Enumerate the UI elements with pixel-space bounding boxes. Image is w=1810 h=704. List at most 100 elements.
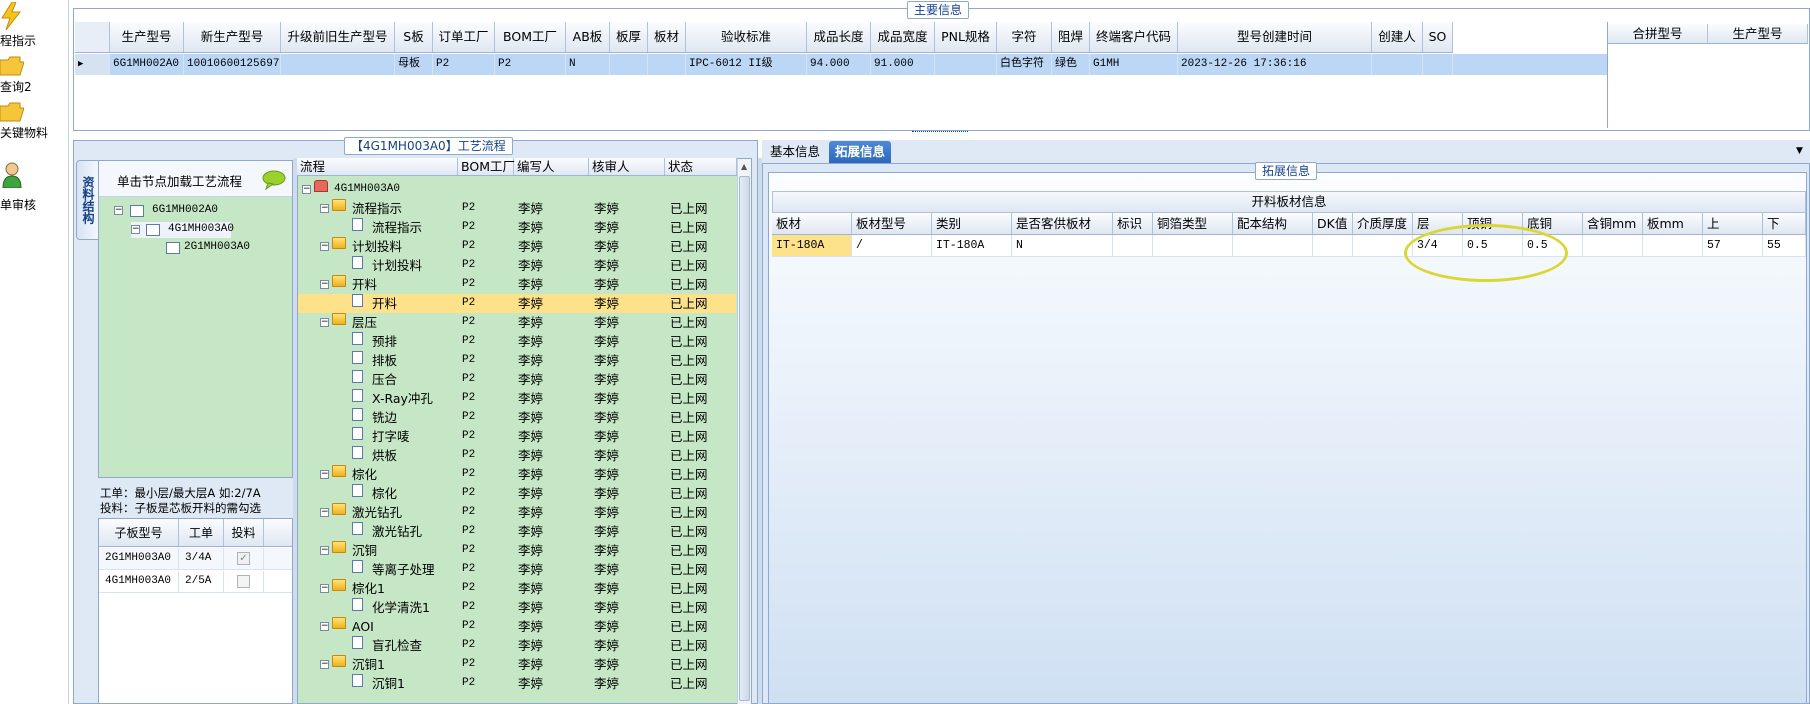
collapse-icon[interactable]: − xyxy=(320,660,329,669)
flow-row[interactable]: − 沉铜 P2 李婷 李婷 已上网 xyxy=(298,541,736,560)
column-header[interactable]: 终端客户代码 xyxy=(1090,22,1178,52)
table-cell[interactable]: IT-180A xyxy=(772,235,852,256)
table-cell[interactable] xyxy=(1583,235,1643,256)
flow-row[interactable]: 预排 P2 李婷 李婷 已上网 xyxy=(298,332,736,351)
scroll-thumb[interactable] xyxy=(739,176,750,701)
flow-row[interactable]: − 计划投料 P2 李婷 李婷 已上网 xyxy=(298,237,736,256)
table-row[interactable]: 2G1MH003A0 3/4A ✓ xyxy=(99,548,292,570)
collapse-icon[interactable]: − xyxy=(320,242,329,251)
column-header[interactable]: 介质厚度 xyxy=(1353,213,1413,234)
column-header[interactable]: 成品宽度 xyxy=(871,22,935,52)
collapse-icon[interactable]: − xyxy=(320,280,329,289)
collapse-icon[interactable]: − xyxy=(320,584,329,593)
tab-dropdown-icon[interactable]: ▼ xyxy=(1796,146,1803,156)
toolbar-item-key-material[interactable]: 关键物料 xyxy=(0,98,69,150)
table-cell[interactable] xyxy=(1233,235,1313,256)
column-header[interactable]: 成品长度 xyxy=(807,22,871,52)
column-header[interactable]: 上 xyxy=(1703,213,1763,234)
collapse-icon[interactable]: − xyxy=(114,206,123,215)
flow-row[interactable]: 等离子处理 P2 李婷 李婷 已上网 xyxy=(298,560,736,579)
column-header[interactable]: 流程 xyxy=(297,158,458,175)
collapse-icon[interactable]: − xyxy=(302,185,311,194)
column-header[interactable]: 板材 xyxy=(648,22,686,52)
flow-row[interactable]: 压合 P2 李婷 李婷 已上网 xyxy=(298,370,736,389)
toolbar-item-order-review[interactable]: 单审核 xyxy=(0,160,69,212)
flow-row[interactable]: 计划投料 P2 李婷 李婷 已上网 xyxy=(298,256,736,275)
column-header[interactable]: 验收标准 xyxy=(686,22,807,52)
column-header[interactable]: 工单 xyxy=(179,519,224,546)
column-header[interactable]: 订单工厂 xyxy=(433,22,495,52)
table-cell[interactable] xyxy=(1153,235,1233,256)
collapse-icon[interactable]: − xyxy=(320,622,329,631)
column-header[interactable]: 板材 xyxy=(772,213,852,234)
table-cell[interactable]: IT-180A xyxy=(932,235,1012,256)
table-row[interactable]: ▶ 6G1MH002A0 10010600125697 母板 P2 P2 N I… xyxy=(75,54,1453,75)
toolbar-item-flow-guide[interactable]: 程指示 xyxy=(0,0,69,52)
column-header[interactable]: 合拼型号 xyxy=(1608,24,1708,43)
flow-scrollbar[interactable]: ▲ xyxy=(737,159,751,704)
scroll-up-icon[interactable]: ▲ xyxy=(741,162,747,171)
flow-row[interactable]: − AOI P2 李婷 李婷 已上网 xyxy=(298,617,736,636)
tab-basic-info[interactable]: 基本信息 xyxy=(764,141,826,163)
table-cell[interactable]: 57 xyxy=(1703,235,1763,256)
column-header[interactable]: 生产型号 xyxy=(110,22,184,52)
column-header[interactable]: AB板 xyxy=(566,22,610,52)
flow-row[interactable]: 打字唛 P2 李婷 李婷 已上网 xyxy=(298,427,736,446)
flow-row[interactable]: 盲孔检查 P2 李婷 李婷 已上网 xyxy=(298,636,736,655)
column-header[interactable]: 新生产型号 xyxy=(184,22,281,52)
table-row[interactable]: IT-180A / IT-180A N 3/4 0.5 0.5 57 55 xyxy=(772,235,1806,257)
table-cell[interactable]: / xyxy=(852,235,932,256)
table-cell[interactable]: 55 xyxy=(1763,235,1806,256)
flow-row[interactable]: 激光钻孔 P2 李婷 李婷 已上网 xyxy=(298,522,736,541)
column-header[interactable]: 投料 xyxy=(224,519,264,546)
collapse-icon[interactable]: − xyxy=(131,225,140,234)
flow-row[interactable]: 化学清洗1 P2 李婷 李婷 已上网 xyxy=(298,598,736,617)
column-header[interactable]: BOM工厂 xyxy=(458,158,515,175)
column-header[interactable]: 下 xyxy=(1763,213,1806,234)
column-header[interactable]: 字符 xyxy=(997,22,1052,52)
flow-row[interactable]: 铣边 P2 李婷 李婷 已上网 xyxy=(298,408,736,427)
table-cell[interactable] xyxy=(1643,235,1703,256)
toolbar-item-query2[interactable]: 查询2 xyxy=(0,52,69,104)
feed-checkbox-checked[interactable]: ✓ xyxy=(237,552,250,565)
splitter-handle[interactable] xyxy=(912,131,968,136)
flow-row[interactable]: − 激光钻孔 P2 李婷 李婷 已上网 xyxy=(298,503,736,522)
column-header[interactable]: 生产型号 xyxy=(1708,24,1808,43)
feed-checkbox[interactable] xyxy=(237,575,250,588)
column-header[interactable]: 是否客供板材 xyxy=(1012,213,1113,234)
flow-row[interactable]: 开料 P2 李婷 李婷 已上网 xyxy=(298,294,736,313)
table-cell[interactable] xyxy=(1313,235,1353,256)
table-cell[interactable] xyxy=(1113,235,1153,256)
column-header[interactable]: 板厚 xyxy=(610,22,648,52)
column-header[interactable]: 铜箔类型 xyxy=(1153,213,1233,234)
column-header[interactable]: 型号创建时间 xyxy=(1178,22,1372,52)
flow-row[interactable]: − 开料 P2 李婷 李婷 已上网 xyxy=(298,275,736,294)
tab-extended-info[interactable]: 拓展信息 xyxy=(829,141,892,163)
flow-row[interactable]: − 棕化1 P2 李婷 李婷 已上网 xyxy=(298,579,736,598)
tree-node-selected[interactable]: − 4G1MH003A0 xyxy=(131,222,234,238)
column-header[interactable]: 配本结构 xyxy=(1233,213,1313,234)
column-header[interactable]: 核审人 xyxy=(589,158,665,175)
flow-row[interactable]: 棕化 P2 李婷 李婷 已上网 xyxy=(298,484,736,503)
table-row[interactable]: 4G1MH003A0 2/5A xyxy=(99,571,292,593)
table-cell[interactable]: N xyxy=(1012,235,1113,256)
column-header[interactable]: 创建人 xyxy=(1372,22,1423,52)
flow-row[interactable]: − 沉铜1 P2 李婷 李婷 已上网 xyxy=(298,655,736,674)
flow-row[interactable]: − 棕化 P2 李婷 李婷 已上网 xyxy=(298,465,736,484)
splitter[interactable] xyxy=(758,158,762,704)
flow-row[interactable]: 排板 P2 李婷 李婷 已上网 xyxy=(298,351,736,370)
collapse-icon[interactable]: − xyxy=(320,318,329,327)
column-header[interactable]: SO xyxy=(1423,22,1453,52)
column-header[interactable]: 状态 xyxy=(665,158,737,175)
column-header[interactable]: 子板型号 xyxy=(99,519,179,546)
flow-row[interactable]: 沉铜1 P2 李婷 李婷 已上网 xyxy=(298,674,736,693)
column-header[interactable]: PNL规格 xyxy=(935,22,997,52)
column-header[interactable]: 板材型号 xyxy=(852,213,932,234)
flow-row[interactable]: − 层压 P2 李婷 李婷 已上网 xyxy=(298,313,736,332)
column-header[interactable]: 编写人 xyxy=(514,158,589,175)
collapse-icon[interactable]: − xyxy=(320,508,329,517)
collapse-icon[interactable]: − xyxy=(320,204,329,213)
collapse-icon[interactable]: − xyxy=(320,470,329,479)
column-header[interactable]: 升级前旧生产型号 xyxy=(281,22,395,52)
column-header[interactable]: DK值 xyxy=(1313,213,1353,234)
